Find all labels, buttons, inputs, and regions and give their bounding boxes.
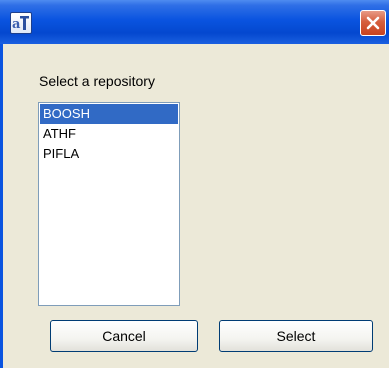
dialog-body: Select a repository BOOSH ATHF PIFLA Can… [0,44,389,368]
title-bar[interactable]: a [0,0,389,44]
repository-dialog: a Select a repository BOOSH ATHF PIFLA C… [0,0,389,368]
list-item-pifla[interactable]: PIFLA [40,144,178,164]
list-item-boosh[interactable]: BOOSH [40,104,178,124]
select-button[interactable]: Select [219,320,373,352]
app-logo-icon: a [10,12,32,34]
prompt-label: Select a repository [39,73,155,89]
cancel-button[interactable]: Cancel [50,320,198,352]
svg-text:a: a [12,17,21,32]
repository-list[interactable]: BOOSH ATHF PIFLA [38,102,180,306]
list-item-athf[interactable]: ATHF [40,124,178,144]
close-button[interactable] [360,10,386,36]
close-icon [366,16,380,30]
